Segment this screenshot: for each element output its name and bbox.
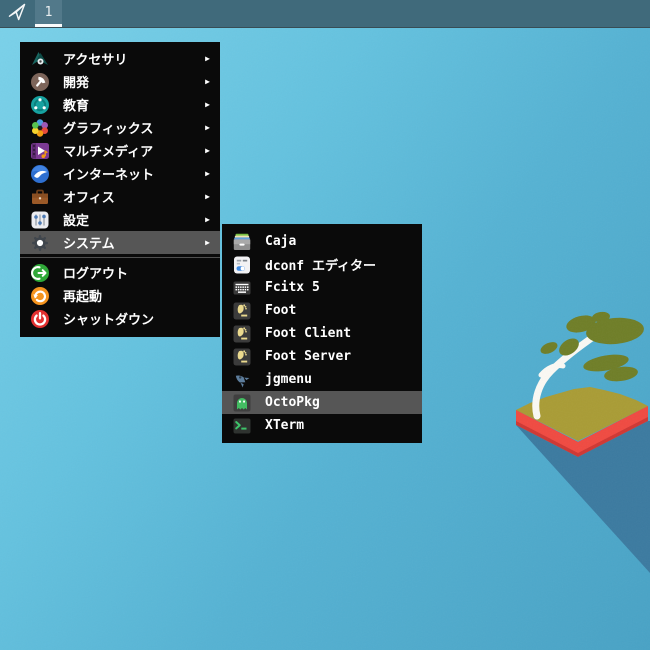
- menu-item-logout[interactable]: ログアウト: [20, 261, 220, 284]
- graphics-icon: [30, 118, 50, 138]
- internet-icon: [30, 164, 50, 184]
- menu-item-label: マルチメディア: [63, 145, 154, 160]
- menu-item-multimedia[interactable]: マルチメディア ▶: [20, 139, 220, 162]
- restart-icon: [30, 286, 50, 306]
- workspace-tab-1[interactable]: 1: [35, 0, 62, 27]
- menu-item-graphics[interactable]: グラフィックス ▶: [20, 116, 220, 139]
- submenu-arrow-icon: ▶: [205, 123, 210, 132]
- menu-item-education[interactable]: 教育 ▶: [20, 93, 220, 116]
- menu-separator: [20, 257, 220, 258]
- menu-item-label: オフィス: [63, 191, 115, 206]
- submenu-item-label: Caja: [265, 234, 297, 249]
- menu-item-label: 設定: [63, 214, 90, 229]
- submenu-item-label: Foot: [265, 303, 297, 318]
- submenu-arrow-icon: ▶: [205, 238, 210, 247]
- foot-terminal-icon: [232, 347, 252, 367]
- office-icon: [30, 187, 50, 207]
- menu-item-restart[interactable]: 再起動: [20, 284, 220, 307]
- submenu-item-xterm[interactable]: XTerm: [222, 414, 422, 437]
- menu-item-internet[interactable]: インターネット ▶: [20, 162, 220, 185]
- submenu-arrow-icon: ▶: [205, 77, 210, 86]
- submenu-arrow-icon: ▶: [205, 215, 210, 224]
- development-icon: [30, 72, 50, 92]
- screen: 1 アクセサリ ▶ 開発 ▶ 教育 ▶ グラフィックス ▶ マルチメディア ▶ …: [0, 0, 650, 650]
- menu-item-label: ログアウト: [63, 267, 129, 282]
- submenu-item-label: Foot Client: [265, 326, 352, 341]
- submenu-item-jgmenu[interactable]: jgmenu: [222, 368, 422, 391]
- submenu-item-dconf-editor[interactable]: dconf エディター: [222, 253, 422, 276]
- menu-item-system[interactable]: システム ▶: [20, 231, 220, 254]
- shutdown-icon: [30, 309, 50, 329]
- settings-icon: [30, 210, 50, 230]
- multimedia-icon: [30, 141, 50, 161]
- submenu-arrow-icon: ▶: [205, 54, 210, 63]
- accessories-icon: [30, 49, 50, 69]
- menu-item-label: グラフィックス: [63, 122, 154, 137]
- menu-item-label: システム: [63, 237, 115, 252]
- submenu-arrow-icon: ▶: [205, 192, 210, 201]
- foot-terminal-icon: [232, 324, 252, 344]
- menu-item-label: アクセサリ: [63, 53, 128, 68]
- submenu-item-label: OctoPkg: [265, 395, 320, 410]
- menu-item-label: シャットダウン: [63, 313, 155, 328]
- jgmenu-rocket-icon: [232, 370, 252, 390]
- submenu-arrow-icon: ▶: [205, 100, 210, 109]
- education-icon: [30, 95, 50, 115]
- menu-item-label: インターネット: [63, 168, 155, 183]
- menu-item-development[interactable]: 開発 ▶: [20, 70, 220, 93]
- submenu-item-octopkg[interactable]: OctoPkg: [222, 391, 422, 414]
- system-submenu: Caja dconf エディター Fcitx 5 Foot Foot Clien…: [222, 224, 422, 443]
- submenu-item-label: XTerm: [265, 418, 305, 433]
- paper-plane-icon: [7, 2, 27, 26]
- menu-item-accessories[interactable]: アクセサリ ▶: [20, 47, 220, 70]
- submenu-item-label: Fcitx 5: [265, 280, 320, 295]
- submenu-arrow-icon: ▶: [205, 169, 210, 178]
- submenu-item-foot-server[interactable]: Foot Server: [222, 345, 422, 368]
- system-icon: [30, 233, 50, 253]
- top-bar: 1: [0, 0, 650, 28]
- foot-terminal-icon: [232, 301, 252, 321]
- submenu-item-label: Foot Server: [265, 349, 352, 364]
- fcitx-keyboard-icon: [232, 278, 252, 298]
- menu-item-label: 再起動: [63, 290, 103, 305]
- app-menu: アクセサリ ▶ 開発 ▶ 教育 ▶ グラフィックス ▶ マルチメディア ▶ イン…: [20, 42, 220, 337]
- dconf-editor-icon: [232, 255, 252, 275]
- xterm-icon: [232, 416, 252, 436]
- menu-item-shutdown[interactable]: シャットダウン: [20, 307, 220, 330]
- menu-item-label: 開発: [63, 76, 90, 91]
- submenu-item-foot[interactable]: Foot: [222, 299, 422, 322]
- menu-launcher[interactable]: [0, 0, 34, 27]
- menu-item-label: 教育: [63, 99, 90, 114]
- caja-icon: [232, 232, 252, 252]
- submenu-arrow-icon: ▶: [205, 146, 210, 155]
- submenu-item-label: jgmenu: [265, 372, 312, 387]
- menu-item-office[interactable]: オフィス ▶: [20, 185, 220, 208]
- submenu-item-caja[interactable]: Caja: [222, 230, 422, 253]
- logout-icon: [30, 263, 50, 283]
- octopkg-ghost-icon: [232, 393, 252, 413]
- submenu-item-foot-client[interactable]: Foot Client: [222, 322, 422, 345]
- submenu-item-label: dconf エディター: [265, 259, 377, 274]
- submenu-item-fcitx5[interactable]: Fcitx 5: [222, 276, 422, 299]
- menu-item-settings[interactable]: 設定 ▶: [20, 208, 220, 231]
